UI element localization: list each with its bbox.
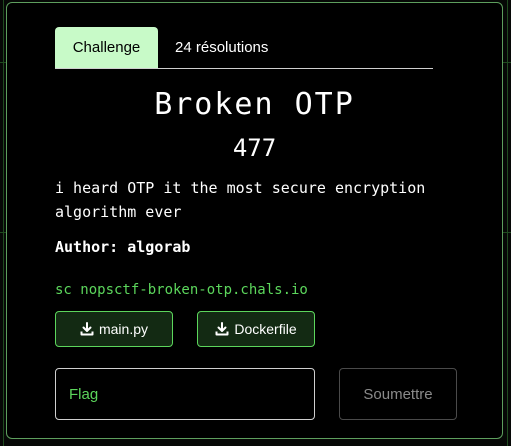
file-label: main.py — [98, 321, 149, 337]
download-main-py-button[interactable]: main.py — [55, 311, 173, 347]
submit-button[interactable]: Soumettre — [339, 368, 457, 420]
challenge-title: Broken OTP — [154, 87, 355, 122]
file-label: Dockerfile — [234, 321, 297, 337]
backdrop-divider — [507, 0, 508, 446]
connection-info: sc nopsctf-broken-otp.chals.io — [55, 282, 308, 298]
backdrop-divider — [3, 0, 4, 446]
challenge-description: i heard OTP it the most secure encryptio… — [55, 179, 426, 221]
flag-input[interactable] — [55, 368, 315, 420]
challenge-modal: Challenge 24 résolutions Broken OTP 477 … — [6, 2, 503, 439]
download-icon — [80, 322, 94, 336]
tab-solves[interactable]: 24 résolutions — [175, 27, 268, 68]
download-icon — [215, 322, 229, 336]
download-dockerfile-button[interactable]: Dockerfile — [197, 311, 315, 347]
challenge-tabs: Challenge 24 résolutions — [55, 27, 433, 69]
challenge-points: 477 — [232, 134, 277, 162]
tab-challenge[interactable]: Challenge — [55, 27, 158, 68]
challenge-author: Author: algorab — [55, 238, 191, 256]
